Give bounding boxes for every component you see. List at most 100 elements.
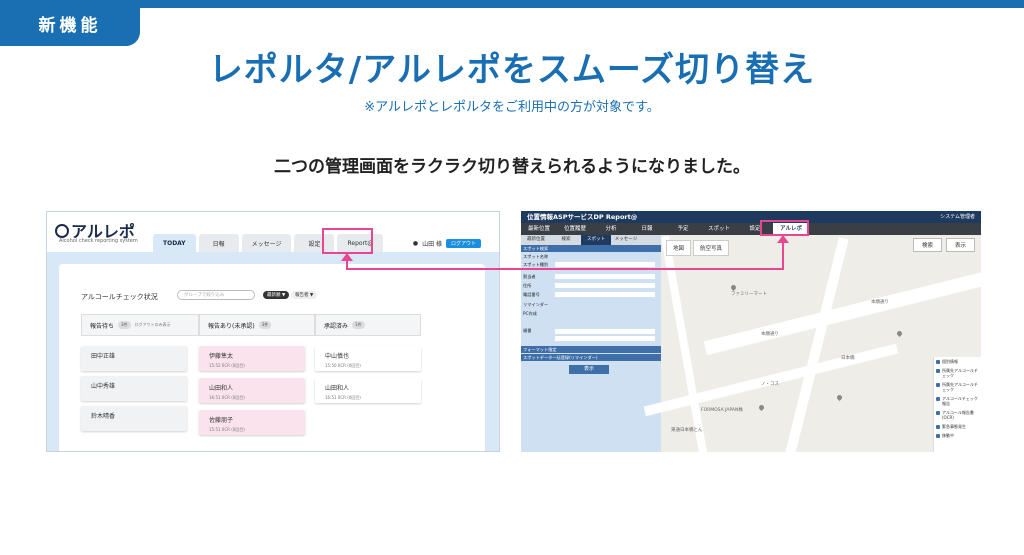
column-count: 3件 (118, 321, 131, 329)
legend-item: 個別情報 (934, 357, 981, 366)
map-actions: 検索 表示 (912, 238, 975, 252)
legend-item: 緊急事態発生 (934, 422, 981, 431)
column-waiting: 報告待ち 3件 ログアウトのみ表示 (81, 314, 199, 336)
logo-mark-icon (55, 224, 69, 238)
card-name: 山田和人 (209, 385, 234, 392)
map-pin-icon[interactable] (757, 403, 766, 412)
subtab-search[interactable]: 検索 (551, 235, 581, 245)
reporter-chip[interactable]: 報告者 ▼ (291, 291, 318, 299)
menu-item-latest[interactable]: 最新位置 (521, 223, 557, 235)
card-sub: 15:52 0CR (0回目) (209, 363, 245, 368)
report-at-title: 位置情報ASPサービスDP Report@ (521, 211, 981, 223)
map-label: FORMOSA JAPAN株 (701, 408, 743, 413)
map-road (703, 268, 981, 356)
address-input[interactable] (555, 283, 655, 288)
list-item[interactable]: 伊藤隼太 15:52 0CR (0回目) (199, 346, 305, 371)
subtab-latest[interactable]: 最新位置 (521, 235, 551, 245)
list-item[interactable]: 山田和人 16:51 0CR (0回目) (315, 378, 421, 403)
report-at-subtabs: 最新位置 検索 スポット メッセージ (521, 235, 661, 245)
column-count: 1件 (352, 321, 365, 329)
tab-message[interactable]: メッセージ (241, 234, 292, 252)
tab-daily-report[interactable]: 日報 (198, 234, 239, 252)
card-name: 佐藤朋子 (209, 417, 234, 424)
side-row: スポット名称 (523, 254, 549, 259)
menu-item-daily[interactable]: 日報 (629, 223, 665, 235)
list-item[interactable]: 山田和人 16:51 0CR (0回目) (199, 378, 305, 403)
map-road (783, 237, 849, 452)
menu-item-analysis[interactable]: 分析 (593, 223, 629, 235)
alrepo-screenshot: アルレポ Alcohol check reporting system TODA… (46, 211, 500, 452)
admin-user: システム管理者 (940, 214, 975, 220)
subtab-spot[interactable]: スポット (581, 235, 611, 245)
phone-input[interactable] (555, 292, 655, 297)
menu-item-spot[interactable]: スポット (701, 223, 737, 235)
card-sub: 15:50 0CR (0回目) (325, 363, 361, 368)
column-pending: 報告あり(未承認) 3件 (199, 314, 315, 336)
tab-aerial[interactable]: 航空写真 (693, 240, 730, 256)
map-label: 本願通り (761, 332, 779, 337)
spot-type-input[interactable] (555, 262, 655, 267)
list-item[interactable]: 佐藤朋子 15:51 0CR (0回目) (199, 410, 305, 435)
map-type-tabs: 地図 航空写真 (666, 240, 730, 256)
column-label: 報告待ち (90, 322, 115, 330)
map-pin-icon[interactable] (729, 283, 738, 292)
legend-item: アルコール報告書(OCR) (934, 408, 981, 422)
column-label: 承認済み (324, 322, 349, 330)
page-subtitle: 二つの管理画面をラクラク切り替えられるようになりました。 (274, 157, 750, 177)
target-note: ※アルレポとレポルタをご利用中の方が対象です。 (364, 100, 660, 115)
side-row: リマインダー (523, 302, 549, 307)
logo-subtitle: Alcohol check reporting system (59, 238, 138, 244)
list-item[interactable]: 鈴木晴香 (81, 406, 187, 431)
side-row: フォーマット指定 (521, 346, 661, 353)
highlight-alrepo-menu (760, 220, 809, 236)
spot-search-panel: スポット検索 スポット名称 スポット種別 割当者 住所 電話番号 リマインダー … (521, 245, 661, 452)
legend-item: 所属先アルコールチェック (934, 380, 981, 394)
column-approved: 承認済み 1件 (315, 314, 421, 336)
order-select[interactable] (555, 329, 655, 334)
list-item[interactable]: 田中正雄 (81, 346, 187, 371)
display-button[interactable]: 表示 (945, 238, 975, 252)
top-accent-bar (0, 0, 1024, 8)
map-pin-icon[interactable] (835, 393, 844, 402)
card-name: 田中正雄 (91, 353, 116, 360)
user-area: ● 山田 様 ログアウト (413, 239, 481, 248)
tab-map[interactable]: 地図 (666, 240, 692, 256)
status-columns: 報告待ち 3件 ログアウトのみ表示 報告あり(未承認) 3件 承認済み 1件 (81, 314, 421, 336)
page-title: レポルタ/アルレポをスムーズ切り替え (208, 50, 816, 90)
assignee-input[interactable] (555, 274, 655, 279)
report-at-screenshot: 位置情報ASPサービスDP Report@ システム管理者 最新位置 位置履歴 … (521, 211, 981, 452)
card-name: 伊藤隼太 (209, 353, 234, 360)
subtab-message[interactable]: メッセージ (611, 235, 641, 245)
list-item[interactable]: 中山慎也 15:50 0CR (0回目) (315, 346, 421, 371)
map-pin-icon[interactable] (895, 329, 904, 338)
side-row: スポットデータ一括登録(リマインダー) (521, 354, 661, 361)
list-item[interactable]: 山中秀雄 (81, 376, 187, 401)
search-button[interactable]: 検索 (912, 238, 942, 252)
check-status-panel: アルコールチェック状況 グループで絞り込み 最新順 ▼ 報告者 ▼ 報告待ち 3… (59, 264, 485, 451)
map-label: ファミリーマート (731, 292, 767, 297)
card-name: 山田和人 (325, 385, 350, 392)
legend-item: 移動中 (934, 431, 981, 440)
order-select[interactable] (555, 336, 655, 341)
legend-item: アルコールチェック報告 (934, 394, 981, 408)
sort-chip[interactable]: 最新順 ▼ (263, 291, 290, 299)
arrow-up-icon (777, 235, 789, 243)
alrepo-header: アルレポ Alcohol check reporting system TODA… (47, 212, 499, 252)
column-extra: ログアウトのみ表示 (134, 322, 171, 327)
tab-today[interactable]: TODAY (153, 234, 196, 252)
card-name: 鈴木晴香 (91, 413, 116, 420)
user-icon: ● (412, 240, 419, 247)
menu-item-schedule[interactable]: 予定 (665, 223, 701, 235)
logout-button[interactable]: ログアウト (445, 239, 481, 248)
card-name: 山中秀雄 (91, 383, 116, 390)
card-name: 中山慎也 (325, 353, 350, 360)
user-name: 山田 様 (422, 241, 442, 248)
map-label: 本願通り (871, 300, 889, 305)
menu-item-history[interactable]: 位置履歴 (557, 223, 593, 235)
highlight-report-at-tab (322, 228, 373, 254)
arrow-up-icon (341, 253, 353, 261)
group-filter-select[interactable]: グループで絞り込み (177, 290, 255, 300)
show-button[interactable]: 表示 (569, 365, 609, 374)
map-label: ノ・コス (761, 382, 779, 387)
side-row: PC作成 (523, 311, 537, 316)
